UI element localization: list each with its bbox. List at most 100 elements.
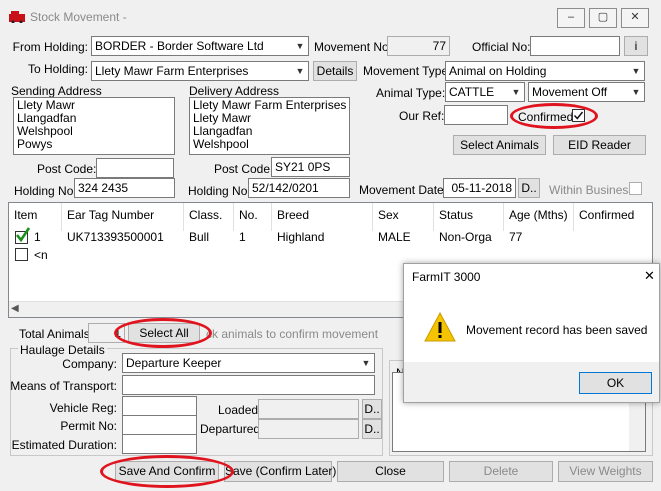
window-title: Stock Movement -: [30, 10, 127, 24]
column-header[interactable]: No.: [234, 203, 272, 231]
loaded-input[interactable]: [258, 399, 359, 419]
row-sex: MALE: [378, 230, 411, 244]
chevron-down-icon: ▼: [511, 87, 521, 97]
departured-input[interactable]: [258, 419, 359, 439]
movement-no-field: 77: [387, 36, 450, 56]
new-row[interactable]: <n: [9, 246, 652, 264]
chevron-down-icon: ▼: [361, 358, 371, 368]
loaded-date-picker-button[interactable]: D..: [362, 399, 382, 419]
departured-label: Departured:: [200, 422, 264, 436]
row-class: Bull: [189, 230, 210, 244]
column-header[interactable]: Confirmed: [574, 203, 652, 231]
dialog-footer: OK: [404, 362, 659, 402]
to-holding-value: Llety Mawr Farm Enterprises: [95, 64, 249, 78]
row-confirmed: [574, 228, 579, 246]
animal-type-select[interactable]: CATTLE ▼: [445, 82, 525, 102]
sending-postcode-label: Post Code:: [37, 162, 97, 176]
official-no-label: Official No:: [472, 40, 531, 54]
loaded-label: Loaded:: [218, 403, 262, 417]
close-button[interactable]: Close: [337, 461, 444, 482]
row-select-checkbox[interactable]: [15, 227, 31, 244]
transport-label: Means of Transport:: [10, 379, 117, 393]
transport-input[interactable]: [122, 375, 375, 395]
from-holding-label: From Holding:: [12, 40, 88, 54]
view-weights-button[interactable]: View Weights: [558, 461, 653, 482]
check-icon: [573, 111, 584, 120]
scroll-left-icon[interactable]: ◀: [11, 303, 19, 314]
app-icon: [9, 11, 25, 24]
table-row[interactable]: 1 UK713393500001 Bull 1 Highland MALE No…: [9, 227, 652, 246]
column-header[interactable]: Age (Mths): [504, 203, 574, 231]
our-ref-input[interactable]: [444, 105, 508, 125]
movement-type-value: Animal on Holding: [449, 64, 547, 78]
movement-date-picker-button[interactable]: D..: [518, 178, 540, 198]
delivery-address-memo[interactable]: Llety Mawr Farm Enterprises Llety Mawr L…: [189, 97, 350, 155]
to-holding-label: To Holding:: [27, 62, 88, 76]
new-row-marker: <n: [34, 248, 48, 262]
sending-address-memo[interactable]: Llety Mawr Llangadfan Welshpool Powys: [13, 97, 175, 155]
departured-date-picker-button[interactable]: D..: [362, 419, 382, 439]
within-business-checkbox[interactable]: [629, 182, 642, 195]
official-no-input[interactable]: [530, 36, 620, 56]
delivery-postcode-label: Post Code:: [214, 162, 274, 176]
from-holding-select[interactable]: BORDER - Border Software Ltd ▼: [91, 36, 309, 56]
movement-date-input[interactable]: 05-11-2018: [443, 178, 516, 198]
column-header[interactable]: Status: [434, 203, 504, 231]
within-business-label: Within Business: [549, 183, 635, 197]
save-confirm-later-button[interactable]: Save (Confirm Later): [224, 461, 336, 482]
company-label: Company:: [62, 357, 117, 371]
confirm-hint-text: ck animals to confirm movement: [206, 327, 379, 341]
delivery-address-heading: Delivery Address: [189, 84, 280, 98]
vehicle-reg-input[interactable]: [122, 396, 197, 416]
column-header[interactable]: Class.: [184, 203, 234, 231]
close-window-button[interactable]: ✕: [621, 8, 649, 28]
chevron-down-icon: ▼: [631, 87, 641, 97]
title-bar: Stock Movement - – ▢ ✕: [0, 0, 661, 34]
row-age: 77: [509, 230, 523, 244]
sending-postcode-input[interactable]: [96, 158, 174, 178]
column-header[interactable]: Sex: [373, 203, 434, 231]
minimize-button[interactable]: –: [557, 8, 585, 28]
delete-button[interactable]: Delete: [449, 461, 553, 482]
message-dialog: FarmIT 3000 ✕ Movement record has been s…: [403, 263, 660, 403]
ok-button[interactable]: OK: [579, 372, 652, 394]
delivery-holding-no-label: Holding No:: [188, 184, 251, 198]
chevron-down-icon: ▼: [631, 66, 641, 76]
save-and-confirm-button[interactable]: Save And Confirm: [115, 461, 219, 482]
confirmed-checkbox[interactable]: [572, 109, 585, 122]
sending-holding-no-input[interactable]: 324 2435: [74, 178, 175, 198]
to-holding-select[interactable]: Llety Mawr Farm Enterprises ▼: [91, 61, 309, 81]
dialog-close-icon[interactable]: ✕: [644, 268, 655, 284]
column-header[interactable]: Breed: [272, 203, 373, 231]
delivery-holding-no-input[interactable]: 52/142/0201: [248, 178, 350, 198]
vehicle-reg-label: Vehicle Reg:: [49, 401, 117, 415]
row-no: 1: [239, 230, 246, 244]
delivery-address-line: Welshpool: [193, 137, 249, 151]
movement-no-label: Movement No:: [314, 40, 393, 54]
sending-holding-no-label: Holding No:: [14, 184, 77, 198]
column-header[interactable]: Ear Tag Number: [62, 203, 184, 231]
select-all-button[interactable]: Select All: [128, 323, 200, 343]
details-button[interactable]: Details: [313, 61, 357, 81]
chevron-down-icon: ▼: [295, 41, 305, 51]
new-row-checkbox[interactable]: [15, 248, 28, 261]
sending-address-heading: Sending Address: [11, 84, 102, 98]
row-breed: Highland: [277, 230, 325, 244]
company-select[interactable]: Departure Keeper ▼: [122, 353, 375, 373]
eid-reader-button[interactable]: EID Reader: [553, 135, 646, 155]
maximize-button[interactable]: ▢: [589, 8, 617, 28]
delivery-postcode-input[interactable]: SY21 0PS: [271, 157, 350, 177]
sending-address-line: Powys: [17, 137, 53, 151]
select-animals-button[interactable]: Select Animals: [453, 135, 546, 155]
duration-input[interactable]: [122, 434, 197, 454]
permit-no-input[interactable]: [122, 415, 197, 435]
our-ref-label: Our Ref:: [399, 109, 445, 123]
warning-icon: [424, 311, 456, 342]
confirmed-label: Confirmed:: [518, 110, 577, 124]
movement-direction-select[interactable]: Movement Off ▼: [528, 82, 645, 102]
row-status: Non-Orga: [439, 230, 492, 244]
info-button[interactable]: i: [624, 36, 648, 56]
row-item: 1: [34, 230, 41, 244]
duration-label: Estimated Duration:: [11, 438, 117, 452]
movement-type-select[interactable]: Animal on Holding ▼: [445, 61, 645, 81]
